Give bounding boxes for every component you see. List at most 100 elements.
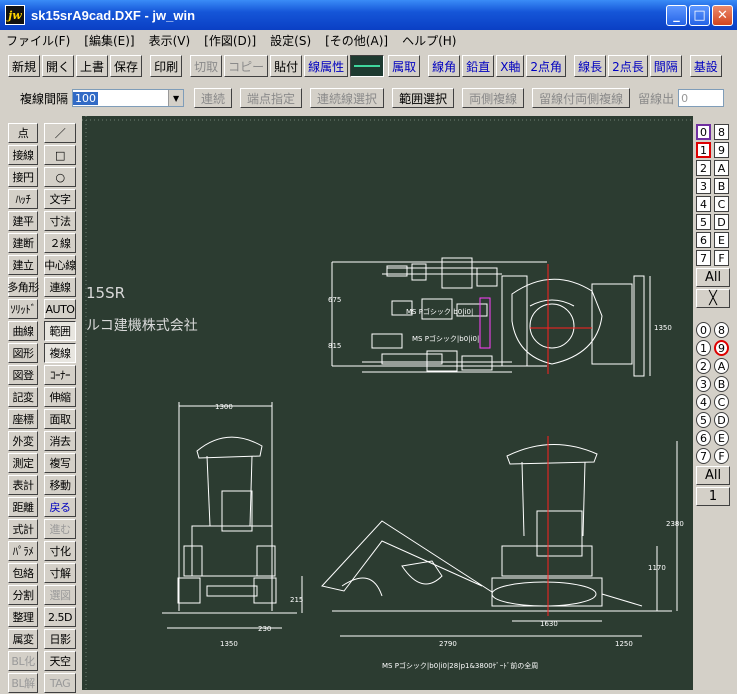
menu-view[interactable]: 表示(V) (149, 32, 191, 49)
group-button[interactable]: 7 (696, 448, 711, 464)
layer-button[interactable]: 6 (696, 232, 711, 248)
tool-button[interactable]: 建平 (8, 211, 38, 231)
overwrite-button[interactable]: 上書 (76, 55, 109, 77)
menu-draw[interactable]: [作図(D)] (204, 32, 256, 49)
tool-button[interactable]: 曲線 (8, 321, 38, 341)
tool-button[interactable]: 記変 (8, 387, 38, 407)
tool-button[interactable]: 建断 (8, 233, 38, 253)
layer-button[interactable]: C (714, 196, 729, 212)
tool-button[interactable]: 寸法 (44, 211, 76, 231)
tool-button[interactable]: 移動 (44, 475, 76, 495)
tool-button[interactable]: 戻る (44, 497, 76, 517)
tool-button[interactable]: 複線 (44, 343, 76, 363)
group-button[interactable]: 8 (714, 322, 729, 338)
two-point-angle-button[interactable]: 2点角 (526, 55, 567, 77)
both-sides-button[interactable]: 両側複線 (462, 88, 525, 108)
group-button[interactable]: 2 (696, 358, 711, 374)
tool-button[interactable]: AUTO (44, 299, 76, 319)
tool-button[interactable]: 図形 (8, 343, 38, 363)
group-button[interactable]: 3 (696, 376, 711, 392)
tool-button[interactable]: 面取 (44, 409, 76, 429)
tool-button[interactable]: 表計 (8, 475, 38, 495)
tool-button[interactable]: 中心線 (44, 255, 76, 275)
tool-button[interactable]: 測定 (8, 453, 38, 473)
layer-button[interactable]: D (714, 214, 729, 230)
save-button[interactable]: 保存 (110, 55, 143, 77)
tool-button[interactable]: 選図 (44, 585, 76, 605)
menu-settings[interactable]: 設定(S) (270, 32, 311, 49)
tool-button[interactable]: 寸化 (44, 541, 76, 561)
menu-help[interactable]: ヘルプ(H) (402, 32, 456, 49)
tool-button[interactable]: 座標 (8, 409, 38, 429)
tool-button[interactable]: ｺｰﾅｰ (44, 365, 76, 385)
chevron-down-icon[interactable]: ▼ (168, 90, 184, 106)
group-button[interactable]: 9 (714, 340, 729, 356)
group-button[interactable]: 5 (696, 412, 711, 428)
tool-button[interactable]: 寸解 (44, 563, 76, 583)
get-attr-button[interactable]: 属取 (388, 55, 421, 77)
tool-button[interactable]: 外変 (8, 431, 38, 451)
cap-out-input[interactable]: 0 (678, 89, 725, 107)
group-button[interactable]: E (714, 430, 729, 446)
new-button[interactable]: 新規 (8, 55, 41, 77)
tool-button[interactable]: ２線 (44, 233, 76, 253)
continuous-button[interactable]: 連続 (194, 88, 233, 108)
group-button[interactable]: F (714, 448, 729, 464)
group-button[interactable]: 1 (696, 340, 711, 356)
tool-button[interactable]: 消去 (44, 431, 76, 451)
line-length-button[interactable]: 線長 (574, 55, 607, 77)
group-button[interactable]: 0 (696, 322, 711, 338)
endpoint-button[interactable]: 端点指定 (240, 88, 303, 108)
both-sides-cap-button[interactable]: 留線付両側複線 (532, 88, 631, 108)
drawing-canvas[interactable]: 15SR ルコ建機株式会社 675 815 MS Pゴシック|b0|i0| MS… (82, 116, 693, 690)
tool-button[interactable]: 接線 (8, 145, 38, 165)
tool-button[interactable]: TAG (44, 673, 76, 693)
layer-button[interactable]: A (714, 160, 729, 176)
layer-button[interactable]: E (714, 232, 729, 248)
tool-button[interactable]: 距離 (8, 497, 38, 517)
line-color-swatch[interactable] (350, 55, 385, 77)
line-angle-button[interactable]: 線角 (428, 55, 461, 77)
paste-button[interactable]: 貼付 (270, 55, 303, 77)
maximize-button[interactable]: □ (689, 5, 710, 26)
tool-button[interactable]: 分割 (8, 585, 38, 605)
group-button[interactable]: 6 (696, 430, 711, 446)
layer-button[interactable]: 5 (696, 214, 711, 230)
tool-button[interactable]: 連線 (44, 277, 76, 297)
open-button[interactable]: 開く (42, 55, 75, 77)
layer-button[interactable]: B (714, 178, 729, 194)
group-all-button[interactable]: All (696, 466, 730, 485)
layer-button[interactable]: 7 (696, 250, 711, 266)
layer-button[interactable]: 0 (696, 124, 711, 140)
continuous-select-button[interactable]: 連続線選択 (310, 88, 385, 108)
tool-button[interactable]: 属変 (8, 629, 38, 649)
tool-button[interactable]: BL化 (8, 651, 38, 671)
layer-button[interactable]: 3 (696, 178, 711, 194)
tool-button[interactable]: 伸縮 (44, 387, 76, 407)
tool-button[interactable]: ﾊｯﾁ (8, 189, 38, 209)
tool-button[interactable]: ／ (44, 123, 76, 143)
tool-button[interactable]: 建立 (8, 255, 38, 275)
tool-button[interactable]: 範囲 (44, 321, 76, 341)
tool-button[interactable]: ﾊﾟﾗﾒ (8, 541, 38, 561)
range-select-button[interactable]: 範囲選択 (392, 88, 455, 108)
group-one-button[interactable]: 1 (696, 487, 730, 506)
layer-all-button[interactable]: All (696, 268, 730, 287)
layer-invert-button[interactable]: ╳ (696, 289, 730, 308)
layer-button[interactable]: 8 (714, 124, 729, 140)
group-button[interactable]: 4 (696, 394, 711, 410)
spacing-button[interactable]: 間隔 (649, 55, 682, 77)
layer-button[interactable]: 1 (696, 142, 711, 158)
tool-button[interactable]: 多角形 (7, 277, 39, 297)
spacing-combo[interactable]: 100 ▼ (72, 89, 185, 107)
base-settings-button[interactable]: 基設 (689, 55, 722, 77)
tool-button[interactable]: 接円 (8, 167, 38, 187)
close-button[interactable]: ✕ (712, 5, 733, 26)
tool-button[interactable]: 包絡 (8, 563, 38, 583)
minimize-button[interactable]: _ (666, 5, 687, 26)
vertical-button[interactable]: 鉛直 (462, 55, 495, 77)
tool-button[interactable]: 図登 (8, 365, 38, 385)
tool-button[interactable]: ○ (44, 167, 76, 187)
group-button[interactable]: C (714, 394, 729, 410)
tool-button[interactable]: 天空 (44, 651, 76, 671)
